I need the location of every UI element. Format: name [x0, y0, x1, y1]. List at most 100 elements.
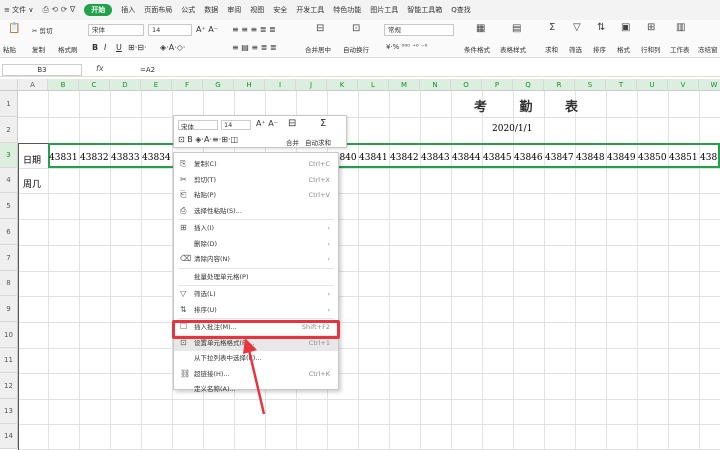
- grow-font-icon[interactable]: A⁺ A⁻: [196, 25, 218, 34]
- align-left-icon[interactable]: ≡ ▤ ≡ ≣ ≣: [232, 43, 277, 52]
- merge-center-button[interactable]: 合并居中: [305, 44, 331, 54]
- date-value-cell[interactable]: 43833: [111, 153, 140, 163]
- formula-input[interactable]: =A2: [140, 64, 155, 76]
- column-header-k[interactable]: K: [327, 79, 358, 91]
- date-value-cell[interactable]: 43844: [452, 153, 481, 163]
- date-value-cell[interactable]: 43832: [80, 153, 109, 163]
- mini-merge-button[interactable]: 合并: [286, 137, 299, 147]
- row-header-13[interactable]: 13: [0, 399, 18, 424]
- align-top-icon[interactable]: ≡ ≡ ≡ ≣ ≣: [232, 25, 276, 34]
- font-family-select[interactable]: 宋体: [88, 24, 144, 36]
- cut-button[interactable]: ✂ 剪切: [32, 25, 53, 35]
- filter-button[interactable]: 筛选: [569, 44, 582, 54]
- sort-button[interactable]: 排序: [593, 44, 606, 54]
- date-value-cell[interactable]: 43848: [576, 153, 605, 163]
- date-value-cell[interactable]: 43834: [142, 153, 171, 163]
- label-date-cell[interactable]: 日期: [23, 153, 41, 166]
- column-header-u[interactable]: U: [637, 79, 668, 91]
- row-header-14[interactable]: 14: [0, 424, 18, 449]
- tab-view[interactable]: 视图: [250, 5, 264, 15]
- tab-picture-tools[interactable]: 图片工具: [370, 5, 398, 15]
- date-value-cell[interactable]: 43842: [390, 153, 419, 163]
- merge-icon[interactable]: ⊟: [316, 23, 324, 34]
- context-menu-item[interactable]: ⊞ 插入(I) ›: [174, 220, 338, 236]
- date-value-cell[interactable]: 43849: [607, 153, 636, 163]
- column-header-i[interactable]: I: [265, 79, 296, 91]
- date-value-cell[interactable]: 43845: [483, 153, 512, 163]
- paste-button[interactable]: 粘贴: [3, 44, 16, 54]
- tab-formulas[interactable]: 公式: [181, 5, 195, 15]
- column-header-v[interactable]: V: [668, 79, 699, 91]
- context-menu-item[interactable]: ⎘ 复制(C) Ctrl+C: [174, 156, 338, 172]
- row-header-3[interactable]: 3: [0, 143, 18, 168]
- conditional-format-button[interactable]: 条件格式: [464, 44, 490, 54]
- row-header-12[interactable]: 12: [0, 373, 18, 399]
- italic-icon[interactable]: I: [104, 43, 106, 52]
- wrap-icon[interactable]: ⊡: [352, 23, 360, 34]
- worksheet-button[interactable]: 工作表: [670, 44, 690, 54]
- column-header-h[interactable]: H: [234, 79, 265, 91]
- format-icon[interactable]: ▣: [621, 22, 630, 33]
- column-header-d[interactable]: D: [110, 79, 141, 91]
- mini-font-select[interactable]: 宋体: [178, 120, 218, 131]
- name-box[interactable]: B3: [2, 64, 82, 76]
- column-header-q[interactable]: Q: [513, 79, 544, 91]
- column-header-j[interactable]: J: [296, 79, 327, 91]
- date-value-cell[interactable]: 43851: [669, 153, 698, 163]
- quick-access-icons[interactable]: ⎙ ⟲ ⟳ ∇: [42, 5, 75, 15]
- date-value-cell[interactable]: 43843: [421, 153, 450, 163]
- mini-grow-font-icon[interactable]: A⁺ A⁻: [256, 119, 278, 128]
- column-header-w[interactable]: W: [699, 79, 720, 91]
- number-format-select[interactable]: 常规: [384, 24, 454, 36]
- percent-icon[interactable]: ¥·% ⁰⁰⁰ ⁺⁰ ⁻⁰: [386, 43, 427, 51]
- column-header-g[interactable]: G: [203, 79, 234, 91]
- sum-icon[interactable]: Σ: [549, 22, 555, 33]
- format-button[interactable]: 格式: [617, 44, 630, 54]
- table-style-button[interactable]: 表格样式: [500, 44, 526, 54]
- label-weekday-cell[interactable]: 周几: [23, 177, 41, 190]
- context-menu-item[interactable]: ⌫ 清除内容(N) ›: [174, 251, 338, 267]
- search-box[interactable]: Q查找: [451, 5, 471, 15]
- sort-icon[interactable]: ⇅: [597, 22, 605, 33]
- tab-data[interactable]: 数据: [204, 5, 218, 15]
- mini-size-select[interactable]: 14: [221, 120, 251, 130]
- column-header-c[interactable]: C: [79, 79, 110, 91]
- column-header-o[interactable]: O: [451, 79, 482, 91]
- cell-grid[interactable]: [18, 91, 720, 450]
- row-header-9[interactable]: 9: [0, 296, 18, 322]
- row-header-8[interactable]: 8: [0, 271, 18, 296]
- context-menu-item[interactable]: 删除(D) ›: [174, 236, 338, 252]
- mini-autosum-button[interactable]: 自动求和: [305, 137, 331, 147]
- column-header-t[interactable]: T: [606, 79, 637, 91]
- freeze-button[interactable]: 冻结窗: [698, 44, 718, 54]
- format-painter-button[interactable]: 格式刷: [58, 44, 78, 54]
- tab-security[interactable]: 安全: [273, 5, 287, 15]
- tab-home[interactable]: 开始: [84, 4, 113, 16]
- date-value-cell[interactable]: 43841: [359, 153, 388, 163]
- date-value-cell[interactable]: 43846: [514, 153, 543, 163]
- underline-icon[interactable]: U: [116, 43, 122, 52]
- tab-page-layout[interactable]: 页面布局: [144, 5, 172, 15]
- context-menu-item[interactable]: ✂ 剪切(T) Ctrl+X: [174, 172, 338, 188]
- context-menu-item[interactable]: ⎗ 粘贴(P) Ctrl+V: [174, 187, 338, 203]
- tab-developer[interactable]: 开发工具: [296, 5, 324, 15]
- context-menu-item[interactable]: ▽ 筛选(L) ›: [174, 286, 338, 302]
- row-col-button[interactable]: 行和列: [641, 44, 661, 54]
- column-header-a[interactable]: A: [18, 79, 48, 91]
- date-value-cell[interactable]: 438: [700, 153, 717, 163]
- date-value-cell[interactable]: 43831: [49, 153, 78, 163]
- paste-icon[interactable]: 📋: [8, 23, 20, 34]
- row-header-6[interactable]: 6: [0, 219, 18, 245]
- date-cell[interactable]: 2020/1/1: [492, 124, 532, 134]
- sum-button[interactable]: 求和: [545, 44, 558, 54]
- column-header-b[interactable]: B: [48, 79, 79, 91]
- context-menu-item[interactable]: 批量处理单元格(P): [174, 269, 338, 285]
- column-header-r[interactable]: R: [544, 79, 575, 91]
- tab-review[interactable]: 审阅: [227, 5, 241, 15]
- fx-icon[interactable]: fx: [96, 64, 104, 73]
- copy-button[interactable]: 复制: [32, 44, 45, 54]
- mini-merge-icon[interactable]: ⊟: [288, 118, 296, 129]
- select-all-corner[interactable]: [0, 79, 18, 91]
- worksheet-icon[interactable]: ▥: [676, 22, 685, 33]
- tab-features[interactable]: 特色功能: [333, 5, 361, 15]
